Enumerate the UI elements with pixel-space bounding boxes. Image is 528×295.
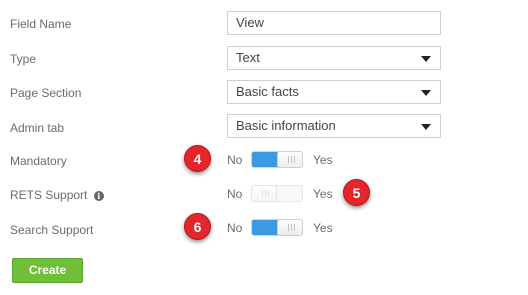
rets-support-toggle[interactable] bbox=[251, 185, 303, 202]
type-label: Type bbox=[10, 52, 37, 66]
toggle-knob[interactable] bbox=[251, 185, 277, 202]
mandatory-toggle[interactable] bbox=[251, 151, 303, 168]
info-icon[interactable]: i bbox=[93, 191, 104, 201]
type-select[interactable]: Text bbox=[227, 46, 441, 70]
admin-tab-select[interactable]: Basic information bbox=[227, 114, 441, 138]
annotation-badge-5: 5 bbox=[343, 179, 370, 206]
rets-support-label: RETS Support i bbox=[10, 188, 104, 202]
field-name-input[interactable]: View bbox=[227, 11, 441, 35]
search-support-toggle[interactable] bbox=[251, 219, 303, 236]
field-name-label: Field Name bbox=[10, 17, 72, 31]
mandatory-yes-label: Yes bbox=[313, 153, 333, 167]
page-section-select-value: Basic facts bbox=[236, 84, 299, 99]
page-section-label: Page Section bbox=[10, 86, 82, 100]
chevron-down-icon bbox=[421, 124, 431, 130]
rets-support-no-label: No bbox=[227, 187, 243, 201]
search-support-label: Search Support bbox=[10, 223, 94, 237]
rets-support-label-text: RETS Support bbox=[10, 188, 88, 202]
admin-tab-select-value: Basic information bbox=[236, 118, 336, 133]
toggle-knob[interactable] bbox=[277, 219, 303, 236]
annotation-badge-4: 4 bbox=[184, 145, 211, 172]
page-section-select[interactable]: Basic facts bbox=[227, 80, 441, 104]
chevron-down-icon bbox=[421, 90, 431, 96]
rets-support-yes-label: Yes bbox=[313, 187, 333, 201]
annotation-badge-6: 6 bbox=[184, 213, 211, 240]
admin-tab-label: Admin tab bbox=[10, 121, 65, 135]
search-support-yes-label: Yes bbox=[313, 221, 333, 235]
mandatory-label: Mandatory bbox=[10, 154, 67, 168]
chevron-down-icon bbox=[421, 56, 431, 62]
toggle-on-fill bbox=[252, 220, 278, 235]
type-select-value: Text bbox=[236, 50, 260, 65]
toggle-on-fill bbox=[252, 152, 278, 167]
mandatory-no-label: No bbox=[227, 153, 243, 167]
search-support-no-label: No bbox=[227, 221, 243, 235]
toggle-knob[interactable] bbox=[277, 151, 303, 168]
create-button[interactable]: Create bbox=[12, 258, 83, 283]
